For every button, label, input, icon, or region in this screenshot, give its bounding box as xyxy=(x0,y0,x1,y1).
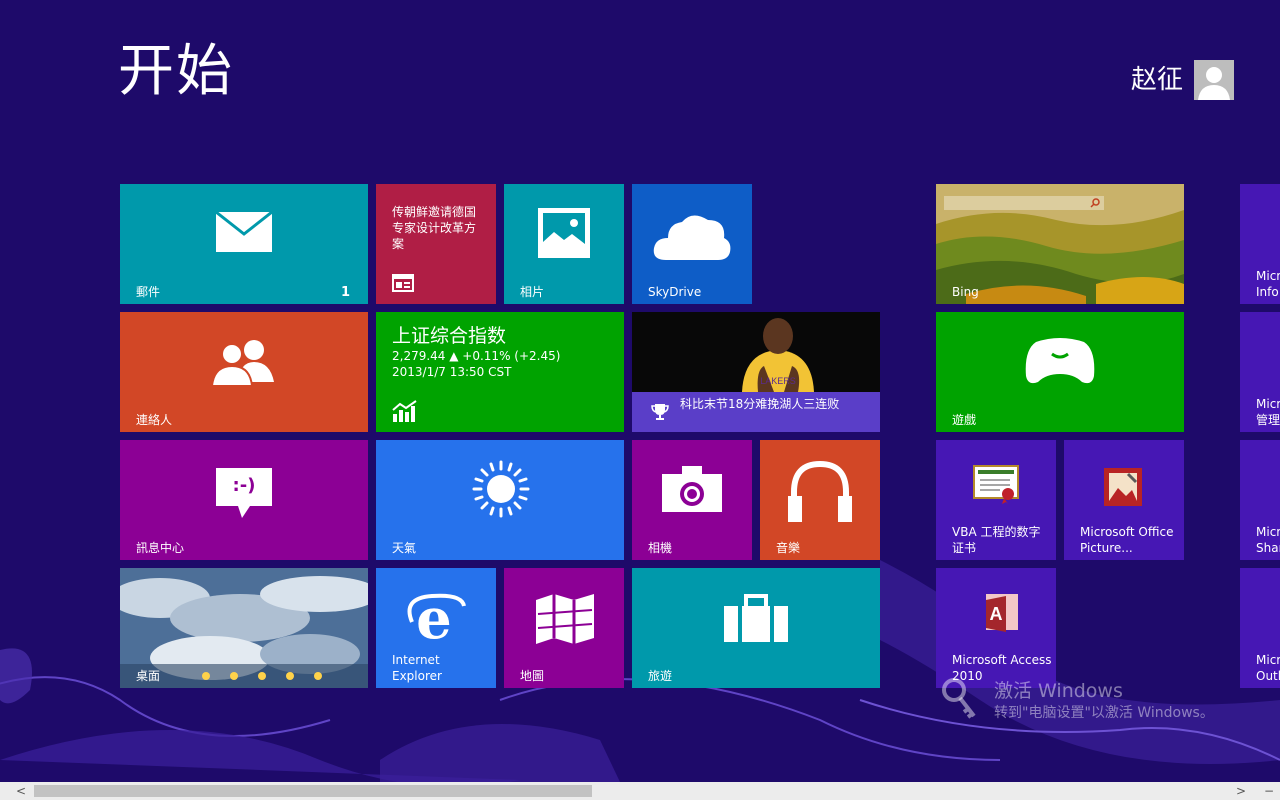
tile-weather[interactable]: 天氣 xyxy=(376,440,624,560)
unread-count-badge: 1 xyxy=(340,285,350,300)
headphones-icon xyxy=(788,460,852,522)
jersey-text: LAKERS xyxy=(760,376,796,386)
tile-label: Micr 管理 xyxy=(1256,397,1280,427)
tile-picture-manager[interactable]: Microsoft Office Picture... xyxy=(1064,440,1184,560)
tile-label: 相片 xyxy=(520,285,545,299)
stock-index-name: 上证综合指数 xyxy=(392,325,507,347)
tile-label: Micr Shar xyxy=(1256,525,1280,555)
tile-skydrive[interactable]: SkyDrive xyxy=(632,184,752,304)
tile-label: 郵件 xyxy=(136,285,161,299)
tile-partial-1[interactable]: Micr Info xyxy=(1240,184,1280,304)
semantic-zoom-button[interactable]: − xyxy=(1260,782,1278,800)
activation-subtitle: 转到"电脑设置"以激活 Windows。 xyxy=(994,705,1214,721)
tile-messaging[interactable]: :-) 訊息中心 xyxy=(120,440,368,560)
tile-label: 地圖 xyxy=(520,669,545,683)
cloud-icon xyxy=(653,215,731,260)
stock-timestamp: 2013/1/7 13:50 CST xyxy=(392,365,512,379)
user-name[interactable]: 赵征 xyxy=(1131,64,1183,96)
bing-search-box[interactable] xyxy=(944,196,1104,210)
stock-quote: 2,279.44 ▲ +0.11% (+2.45) xyxy=(392,349,561,363)
map-icon xyxy=(536,594,594,644)
certificate-icon xyxy=(973,465,1019,504)
sun-icon xyxy=(472,460,530,518)
tile-finance[interactable]: 上证综合指数 2,279.44 ▲ +0.11% (+2.45) 2013/1/… xyxy=(376,312,624,432)
finance-chart-icon xyxy=(392,400,417,422)
tile-games[interactable]: 遊戲 xyxy=(936,312,1184,432)
tile-news[interactable]: 传朝鲜邀请德国专家设计改革方案 xyxy=(376,184,496,304)
xbox-controller-icon xyxy=(1025,338,1095,384)
activation-title: 激活 Windows xyxy=(994,680,1123,702)
tile-bing[interactable]: Bing xyxy=(936,184,1184,304)
tile-partial-4[interactable]: Micr Outl xyxy=(1240,568,1280,688)
scroll-thumb[interactable] xyxy=(34,785,592,797)
tile-partial-3[interactable]: Micr Shar xyxy=(1240,440,1280,560)
tile-label: Microsoft Office Picture... xyxy=(1080,525,1174,555)
tile-access[interactable]: A Microsoft Access 2010 xyxy=(936,568,1056,688)
photo-icon xyxy=(538,208,590,258)
tile-label: 遊戲 xyxy=(952,413,977,427)
tile-travel[interactable]: 旅遊 xyxy=(632,568,880,688)
tile-label: 訊息中心 xyxy=(136,541,185,555)
tile-label: 相機 xyxy=(648,541,673,555)
tile-label: Micr Outl xyxy=(1256,653,1280,683)
user-avatar-icon xyxy=(1198,67,1230,100)
tile-camera[interactable]: 相機 xyxy=(632,440,752,560)
camera-icon xyxy=(662,466,722,512)
tile-music[interactable]: 音樂 xyxy=(760,440,880,560)
picture-manager-icon xyxy=(1104,468,1142,506)
tile-label: 桌面 xyxy=(136,669,161,683)
tile-mail[interactable]: 郵件 1 xyxy=(120,184,368,304)
tile-partial-2[interactable]: Micr 管理 xyxy=(1240,312,1280,432)
scroll-left-arrow-icon[interactable]: < xyxy=(12,782,30,800)
tile-photos[interactable]: 相片 xyxy=(504,184,624,304)
people-icon xyxy=(210,340,274,386)
avatar[interactable] xyxy=(1194,60,1234,100)
tile-label: Micr Info xyxy=(1256,269,1280,299)
message-smiley: :-) xyxy=(232,475,256,496)
access-icon: A xyxy=(986,594,1018,632)
tile-label: 連絡人 xyxy=(136,413,173,427)
trophy-icon xyxy=(651,404,669,420)
tile-vba-certificate[interactable]: VBA 工程的数字证书 xyxy=(936,440,1056,560)
suitcase-icon xyxy=(724,594,788,642)
horizontal-scrollbar[interactable]: < > − xyxy=(0,782,1280,800)
search-icon[interactable] xyxy=(1090,198,1100,208)
tile-label: Bing xyxy=(952,285,979,299)
sports-caption-bar: 科比末节18分难挽湖人三连败 xyxy=(632,392,880,432)
tile-sports[interactable]: LAKERS 科比末节18分难挽湖人三连败 xyxy=(632,312,880,432)
scroll-right-arrow-icon[interactable]: > xyxy=(1232,782,1250,800)
sports-headline: 科比末节18分难挽湖人三连败 xyxy=(680,397,840,411)
start-title: 开始 xyxy=(118,39,234,104)
tile-label: SkyDrive xyxy=(648,285,702,299)
news-headline: 传朝鲜邀请德国专家设计改革方案 xyxy=(392,205,477,251)
tile-maps[interactable]: 地圖 xyxy=(504,568,624,688)
tile-people[interactable]: 連絡人 xyxy=(120,312,368,432)
tile-label: 音樂 xyxy=(776,541,801,555)
tile-label: 旅遊 xyxy=(648,669,673,683)
newspaper-icon xyxy=(392,274,414,292)
sports-player-photo: LAKERS xyxy=(632,312,880,392)
tile-label: 天氣 xyxy=(392,541,417,555)
tile-desktop[interactable]: 桌面 xyxy=(120,568,368,688)
tile-label: VBA 工程的数字证书 xyxy=(952,525,1041,555)
tile-internet-explorer[interactable]: e Internet Explorer xyxy=(376,568,496,688)
internet-explorer-icon: e xyxy=(407,588,466,648)
mail-icon xyxy=(216,212,272,252)
key-icon xyxy=(942,678,976,719)
tile-label: Internet Explorer xyxy=(392,653,442,683)
svg-text:A: A xyxy=(990,604,1003,624)
